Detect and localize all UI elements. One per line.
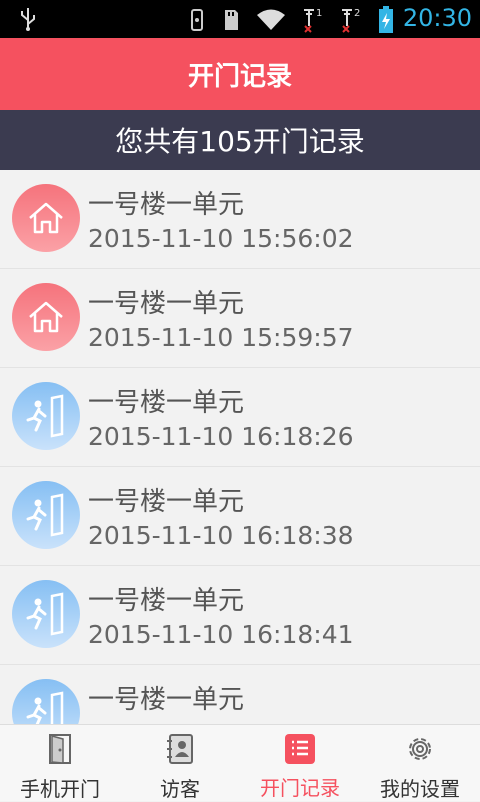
page-title: 开门记录	[0, 38, 480, 110]
record-time: 2015-11-10 16:18:41	[88, 620, 354, 649]
door-icon	[12, 679, 80, 724]
signal-sim2-icon: 2	[340, 6, 362, 38]
svg-text:1: 1	[316, 8, 322, 19]
list-item[interactable]: 一号楼一单元	[0, 665, 480, 724]
record-location: 一号楼一单元	[88, 685, 245, 715]
bottom-tab-bar: 手机开门 访客 开门记录 我的设置	[0, 724, 480, 801]
record-time: 2015-11-10 16:18:26	[88, 422, 354, 451]
record-location: 一号楼一单元	[88, 586, 245, 616]
list-item[interactable]: 一号楼一单元 2015-11-10 16:18:38	[0, 467, 480, 566]
signal-sim1-icon: 1	[302, 6, 324, 38]
home-icon	[12, 184, 80, 252]
clock: 20:30	[402, 4, 472, 32]
wifi-icon	[256, 8, 286, 36]
door-icon	[12, 580, 80, 648]
record-list[interactable]: 一号楼一单元 2015-11-10 15:56:02 一号楼一单元 2015-1…	[0, 170, 480, 724]
door-icon	[44, 733, 76, 765]
tab-my-settings[interactable]: 我的设置	[360, 725, 480, 801]
record-location: 一号楼一单元	[88, 487, 245, 517]
tab-label: 手机开门	[20, 777, 100, 801]
record-time: 2015-11-10 16:18:38	[88, 521, 354, 550]
home-icon	[12, 283, 80, 351]
status-bar: 1 2 20:30	[0, 0, 480, 38]
contacts-icon	[164, 733, 196, 765]
tab-label: 我的设置	[380, 777, 460, 801]
list-item[interactable]: 一号楼一单元 2015-11-10 15:59:57	[0, 269, 480, 368]
tab-phone-open-door[interactable]: 手机开门	[0, 725, 120, 801]
list-item[interactable]: 一号楼一单元 2015-11-10 16:18:41	[0, 566, 480, 665]
page-title-text: 开门记录	[187, 61, 292, 92]
door-icon	[12, 382, 80, 450]
tab-visitors[interactable]: 访客	[120, 725, 240, 801]
sd-card-icon	[222, 8, 240, 36]
gear-icon	[404, 733, 436, 765]
list-icon	[284, 733, 316, 764]
record-count-text: 您共有105开门记录	[115, 125, 365, 158]
list-item[interactable]: 一号楼一单元 2015-11-10 15:56:02	[0, 170, 480, 269]
record-location: 一号楼一单元	[88, 388, 245, 418]
list-item[interactable]: 一号楼一单元 2015-11-10 16:18:26	[0, 368, 480, 467]
tab-label: 开门记录	[260, 776, 340, 800]
record-location: 一号楼一单元	[88, 289, 245, 319]
tab-open-records[interactable]: 开门记录	[240, 725, 360, 801]
tab-label: 访客	[160, 777, 200, 801]
record-time: 2015-11-10 15:56:02	[88, 224, 354, 253]
record-time: 2015-11-10 15:59:57	[88, 323, 354, 352]
usb-icon	[18, 6, 38, 36]
record-count-banner: 您共有105开门记录	[0, 110, 480, 170]
vibrate-icon	[188, 7, 206, 37]
battery-charging-icon	[378, 6, 394, 38]
door-icon	[12, 481, 80, 549]
svg-text:2: 2	[354, 8, 360, 19]
record-location: 一号楼一单元	[88, 190, 245, 220]
